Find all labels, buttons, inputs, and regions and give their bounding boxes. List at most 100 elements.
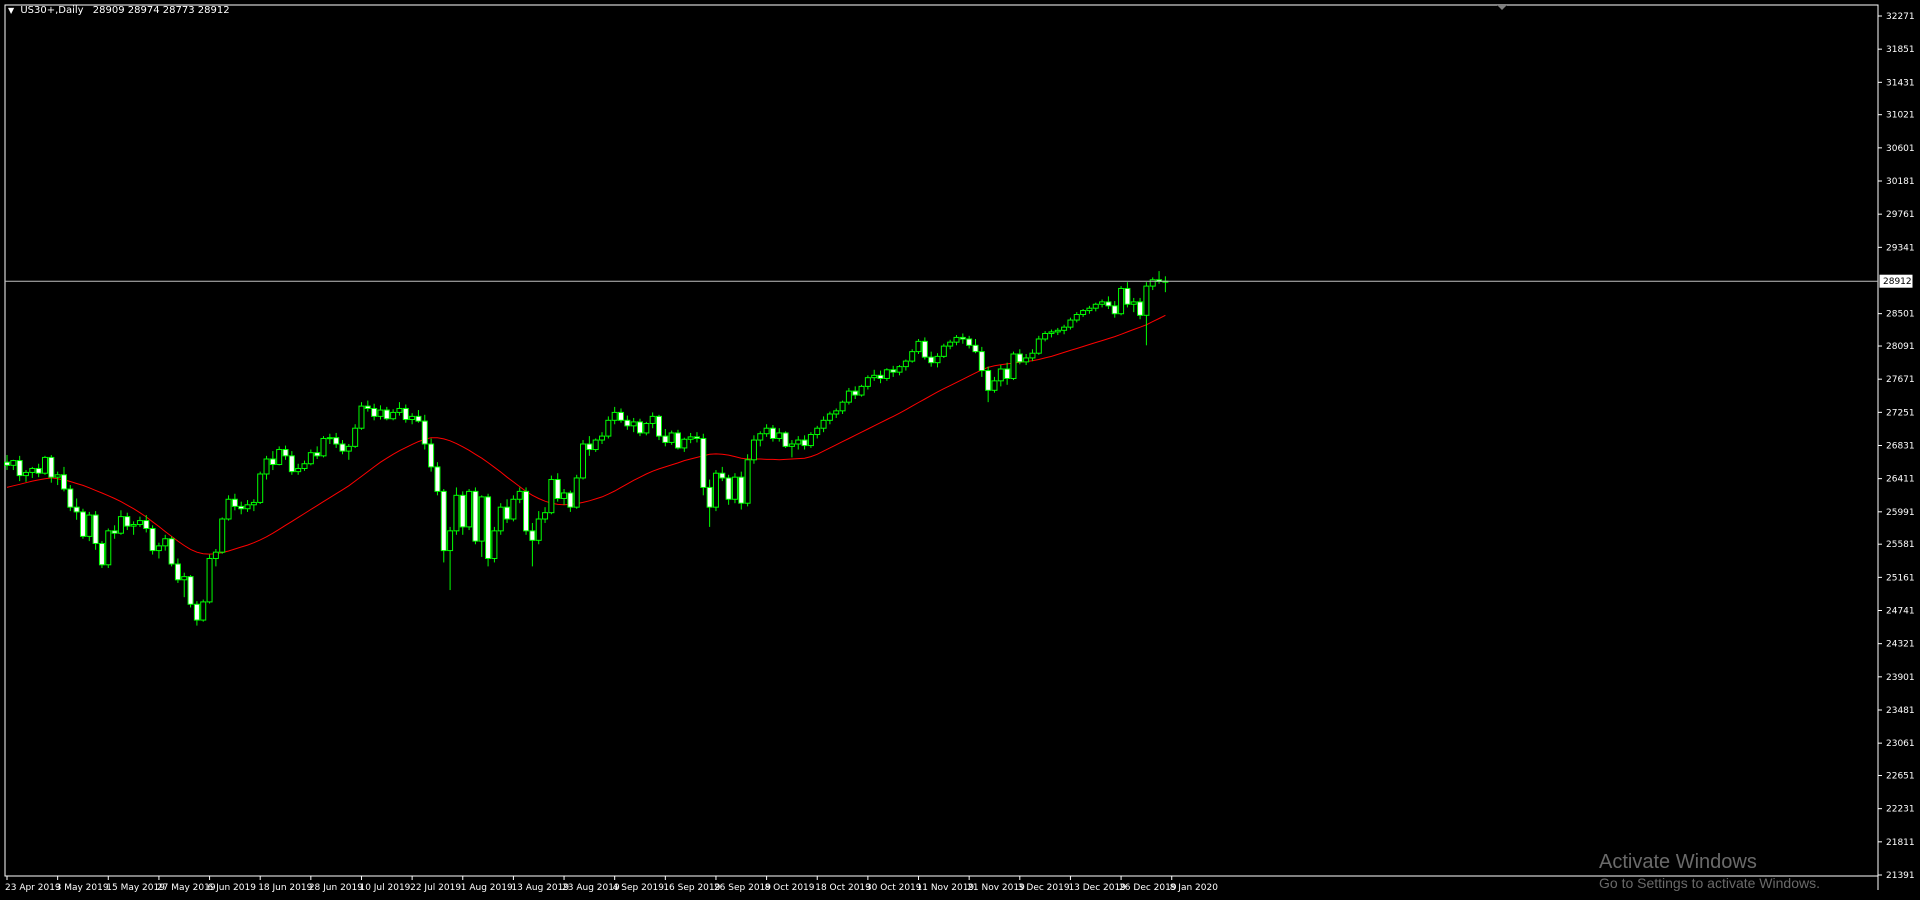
candle-body-bear: [428, 443, 435, 468]
candle: [643, 421, 650, 436]
y-tick-label: 28501: [1886, 310, 1915, 320]
candle-body-bear: [269, 458, 276, 466]
candle: [149, 525, 156, 555]
x-tick-label: 8 Oct 2019: [765, 883, 815, 893]
candle-body-bull: [807, 434, 814, 447]
candle-body-bear: [985, 370, 992, 391]
time-axis[interactable]: 23 Apr 20193 May 201915 May 201927 May 2…: [5, 876, 1218, 893]
candle-body-bull: [263, 458, 270, 475]
chart-frame: [4, 4, 1879, 877]
candle: [225, 495, 232, 521]
x-tick-label: 23 Apr 2019: [5, 883, 61, 893]
candle-body-bear: [624, 419, 631, 427]
candle-body-bull: [516, 490, 523, 500]
y-tick-label: 22231: [1886, 805, 1915, 815]
y-tick-label: 27671: [1886, 375, 1915, 385]
candle-body-bull: [776, 432, 783, 439]
candle-body-bull: [788, 443, 795, 447]
candle: [276, 446, 283, 466]
candle-body-bull: [105, 530, 112, 566]
caret-down-icon[interactable]: ▼: [8, 6, 14, 15]
price-axis[interactable]: 32271 31851 31431 31021 30601 30181 29761 29341…: [1878, 12, 1915, 881]
candle: [41, 455, 48, 475]
candle-body-bull: [542, 512, 549, 520]
candle-body-bear: [440, 490, 447, 552]
candle-body-bear: [67, 488, 74, 508]
candle-body-bear: [966, 338, 973, 346]
candle: [674, 429, 681, 450]
y-tick-label: 30601: [1886, 144, 1915, 154]
candle-body-bear: [421, 420, 428, 445]
x-tick-label: 13 Dec 2019: [1068, 883, 1126, 893]
x-tick-label: 3 May 2019: [56, 883, 109, 893]
candle-body-bear: [60, 474, 67, 490]
candle-body-bear: [719, 472, 726, 479]
x-tick-label: 18 Jun 2019: [258, 883, 312, 893]
y-tick-label: 26411: [1886, 475, 1915, 485]
candle-body-bull: [1118, 287, 1125, 315]
candle: [782, 431, 789, 448]
candle-body-bear: [35, 467, 42, 474]
candle: [472, 487, 479, 545]
candle-body-bear: [978, 351, 985, 372]
candle-body-bear: [655, 415, 662, 437]
candle-body-bull: [1067, 319, 1074, 328]
x-tick-label: 22 Jul 2019: [410, 883, 461, 893]
candle-body-bull: [1130, 301, 1137, 305]
candle-body-bull: [744, 459, 751, 504]
candle: [485, 493, 492, 567]
candle-body-bear: [1016, 353, 1023, 363]
candle: [219, 517, 226, 554]
candle-body-bull: [390, 411, 397, 420]
candle-body-bull: [295, 467, 302, 473]
candle-body-bear: [174, 563, 181, 581]
candle: [187, 575, 194, 608]
candle-body-bull: [681, 438, 688, 449]
candle-body-bull: [307, 452, 314, 465]
candle: [668, 430, 675, 445]
candle: [940, 343, 947, 358]
symbol-label: US30+,Daily: [20, 5, 84, 16]
candle-body-bull: [763, 427, 770, 435]
candle-body-bear: [371, 407, 378, 417]
candle-body-bull: [497, 506, 504, 532]
candle-body-bear: [674, 432, 681, 449]
candle: [655, 414, 662, 441]
candle-body-bear: [618, 411, 625, 421]
candle-body-bear: [111, 530, 118, 534]
candle-body-bear: [288, 455, 295, 473]
y-tick-label: 28091: [1886, 342, 1915, 352]
candle-body-bull: [162, 538, 169, 547]
candle-body-bear: [801, 439, 808, 447]
candle-body-bull: [649, 415, 656, 424]
candle-body-bear: [637, 421, 643, 434]
x-tick-label: 13 Aug 2019: [511, 883, 569, 893]
candle-body-bull: [86, 514, 93, 537]
symbol-header: ▼ US30+,Daily 28909 28974 28773 28912: [8, 5, 230, 16]
candle-body-bear: [73, 506, 80, 513]
candle-body-bear: [231, 498, 238, 507]
candle-body-bear: [972, 344, 979, 353]
price-chart[interactable]: 32271 31851 31431 31021 30601 30181 29761 29341…: [0, 0, 1920, 900]
candle: [592, 438, 599, 452]
candle-body-bear: [79, 511, 86, 537]
candle-body-bear: [472, 490, 479, 542]
candle-body-bull: [592, 439, 599, 451]
y-tick-label: 26831: [1886, 442, 1915, 452]
candle-body-bear: [529, 530, 536, 541]
candle-body-bull: [864, 377, 871, 387]
candle-body-bull: [643, 422, 650, 434]
candle-body-bull: [206, 557, 213, 603]
x-tick-label: 18 Oct 2019: [815, 883, 871, 893]
candle-body-bear: [877, 374, 884, 379]
candle: [206, 554, 213, 604]
candle: [86, 511, 93, 542]
candle-body-bear: [1111, 305, 1118, 315]
candle-body-bull: [1023, 357, 1030, 363]
candle-body-bear: [1124, 287, 1131, 305]
candle-body-bull: [276, 449, 283, 466]
candle-body-bull: [820, 419, 827, 429]
candle-body-bull: [548, 479, 555, 514]
candle-body-bull: [915, 340, 922, 353]
candle-body-bear: [402, 407, 409, 421]
